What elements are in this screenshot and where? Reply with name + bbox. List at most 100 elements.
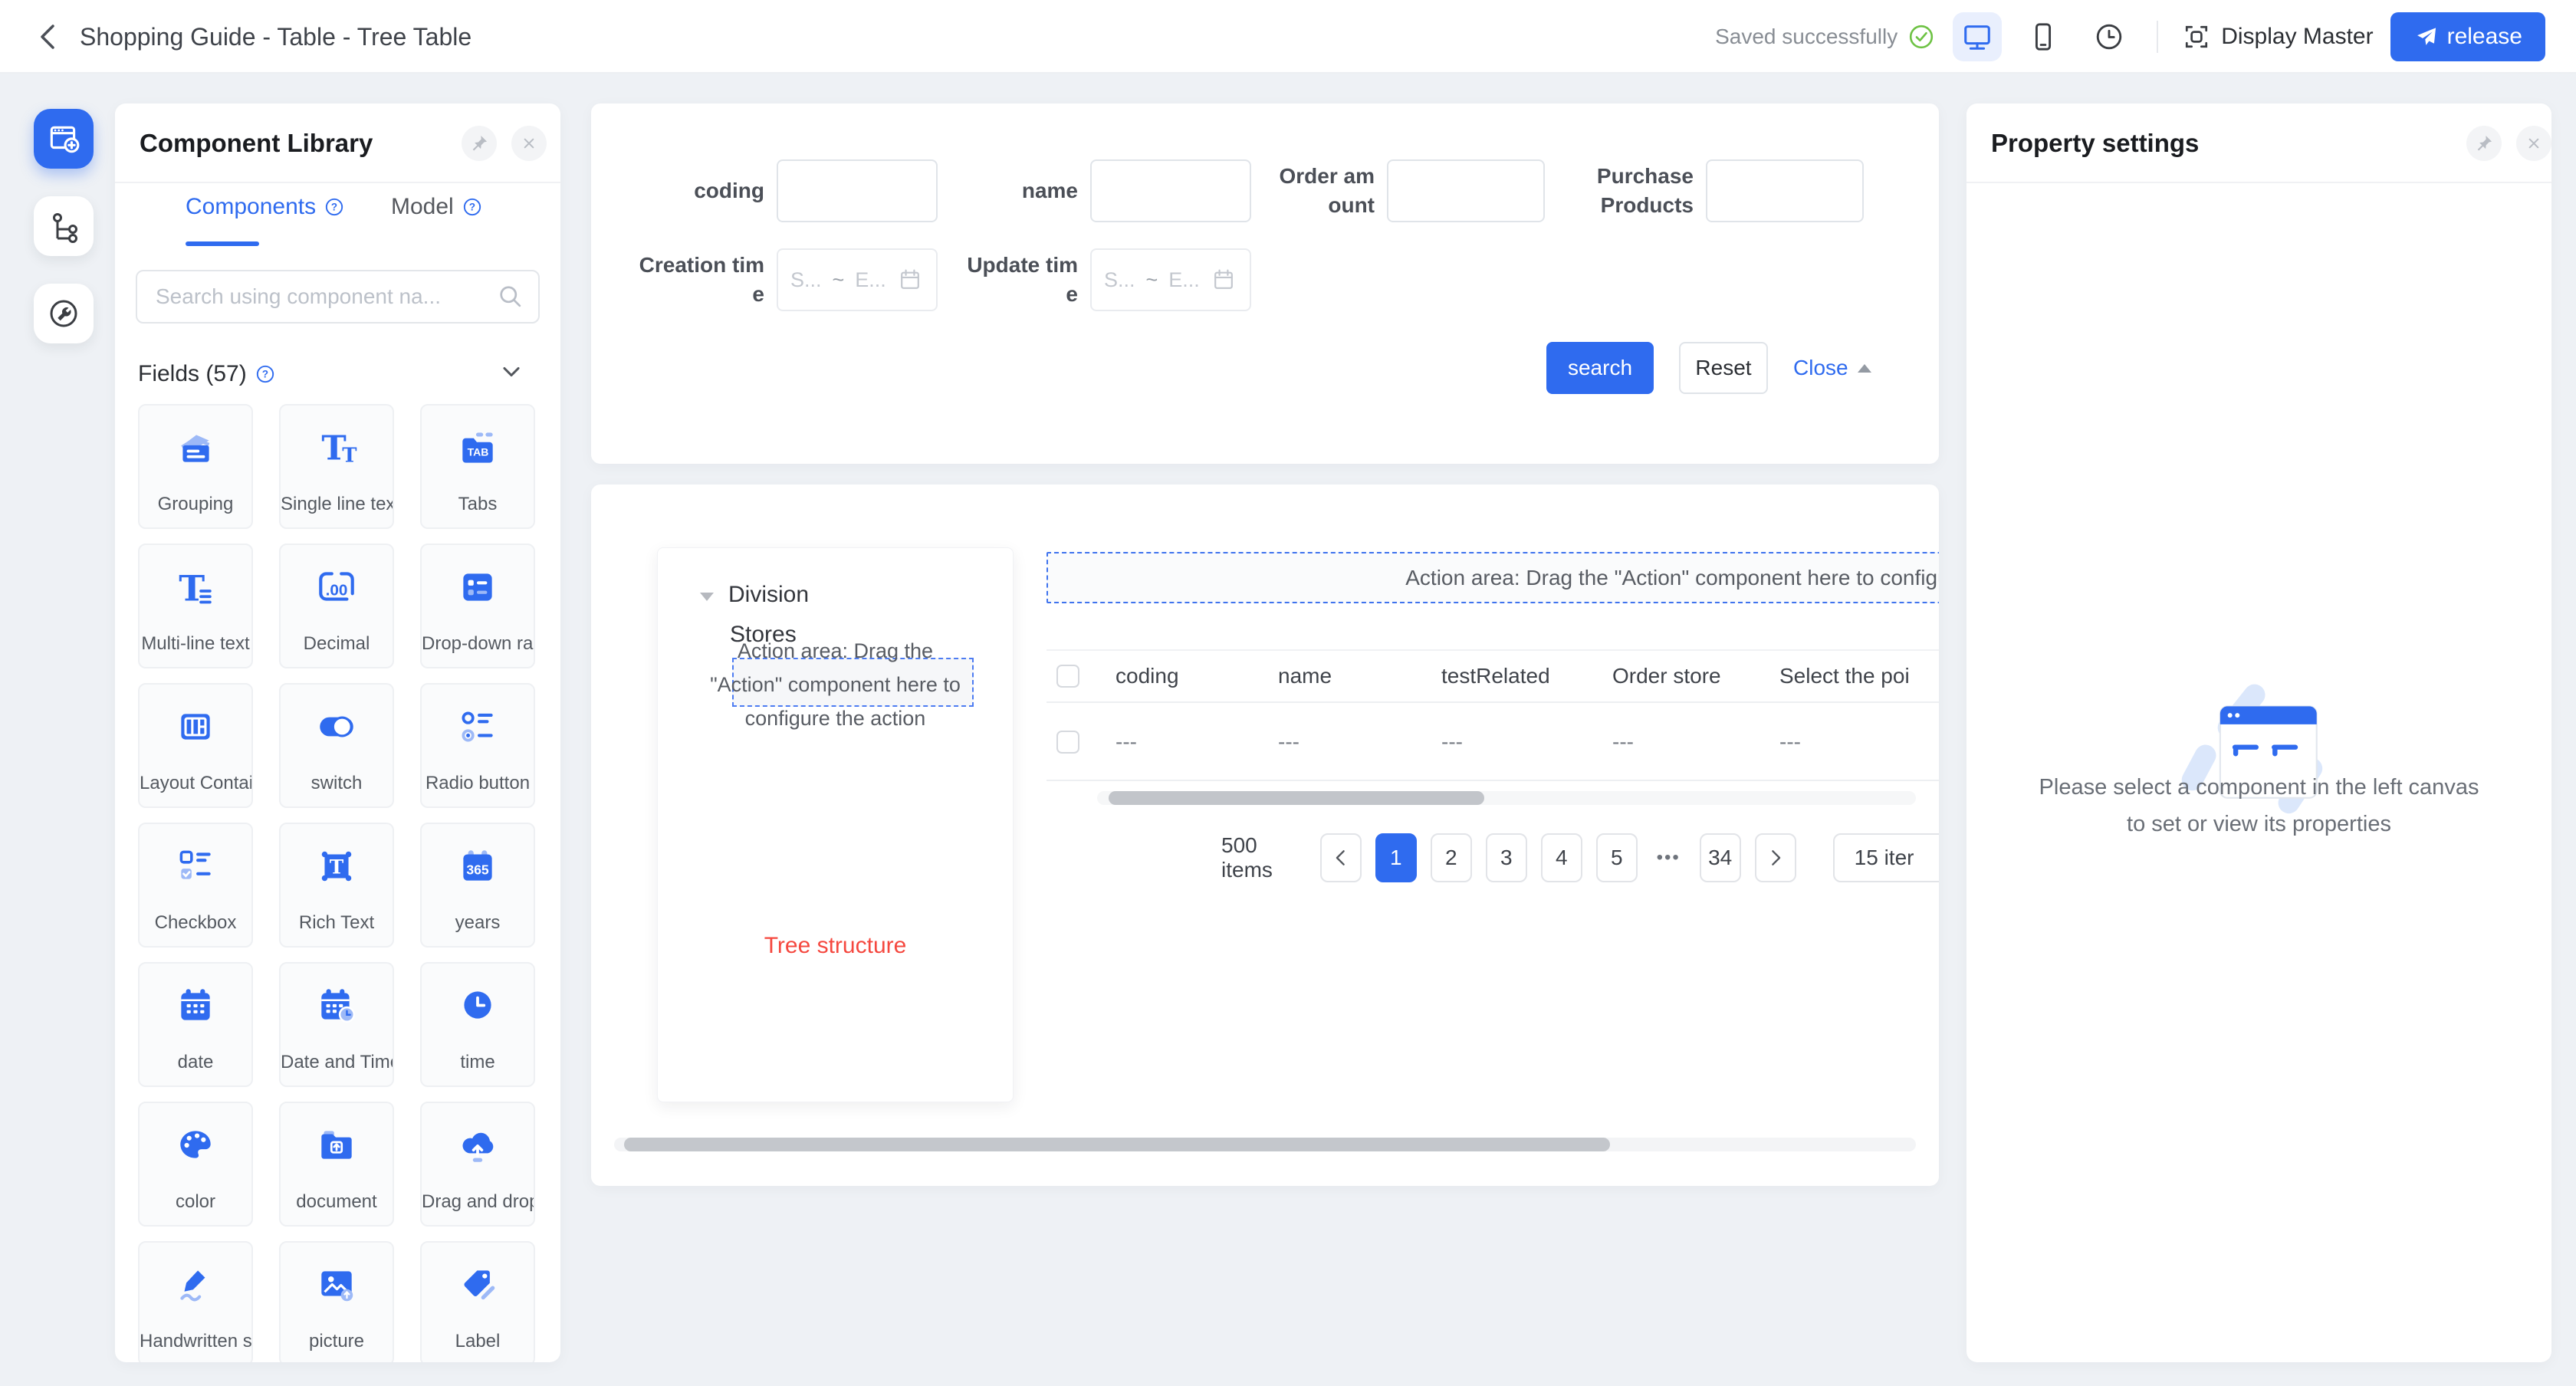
fields-section-header[interactable]: Fields (57) ? xyxy=(138,356,537,392)
svg-text:T: T xyxy=(330,856,344,878)
table-row[interactable]: --------------- xyxy=(1046,704,1939,781)
range-tilde: ~ xyxy=(1146,268,1158,292)
library-item-handwritten-si[interactable]: Handwritten si... xyxy=(138,1241,253,1362)
library-item-checkbox[interactable]: Checkbox xyxy=(138,823,253,948)
tab-components-label: Components xyxy=(186,194,316,220)
caret-down-icon[interactable] xyxy=(700,593,714,601)
column-header: Select the poi xyxy=(1779,651,1910,701)
canvas-horizontal-scrollbar[interactable] xyxy=(614,1138,1916,1151)
tab-components[interactable]: Components ? xyxy=(186,194,345,220)
name-input[interactable] xyxy=(1090,159,1251,222)
table-horizontal-scrollbar[interactable] xyxy=(1097,791,1916,805)
order-amount-input[interactable] xyxy=(1387,159,1545,222)
pagination-ellipsis[interactable]: ••• xyxy=(1651,847,1686,869)
library-item-label: Date and Time xyxy=(281,1052,393,1073)
page-size-select[interactable]: 15 iter xyxy=(1833,833,1939,882)
mobile-preview-button[interactable] xyxy=(2019,12,2068,61)
desktop-preview-button[interactable] xyxy=(1953,12,2002,61)
library-item-drop-down-ra[interactable]: Drop-down ra... xyxy=(420,544,535,668)
table-cell: --- xyxy=(1612,704,1634,780)
update-time-range-input[interactable]: S... ~ E... xyxy=(1090,248,1251,311)
toolbar-divider xyxy=(2157,21,2158,53)
library-item-years[interactable]: 365years xyxy=(420,823,535,948)
library-item-radio-button[interactable]: Radio button xyxy=(420,683,535,808)
library-item-date-and-time[interactable]: Date and Time xyxy=(279,962,394,1087)
pin-button[interactable] xyxy=(2466,126,2502,161)
library-item-rich-text[interactable]: TRich Text xyxy=(279,823,394,948)
reset-button[interactable]: Reset xyxy=(1679,342,1768,394)
library-item-time[interactable]: time xyxy=(420,962,535,1087)
component-search-input[interactable] xyxy=(156,271,485,322)
display-master-icon xyxy=(2181,21,2212,52)
search-button[interactable]: search xyxy=(1546,342,1654,394)
page-button-1[interactable]: 1 xyxy=(1375,833,1417,882)
close-property-button[interactable] xyxy=(2516,126,2551,161)
chevron-left-icon xyxy=(1329,846,1353,870)
coding-input[interactable] xyxy=(777,159,938,222)
purchase-products-input[interactable] xyxy=(1706,159,1864,222)
page-button-last[interactable]: 34 xyxy=(1700,833,1741,882)
library-item-label[interactable]: Label xyxy=(420,1241,535,1362)
signature-icon xyxy=(173,1263,218,1307)
tab-model[interactable]: Model ? xyxy=(391,194,483,220)
close-filter-button[interactable]: Close xyxy=(1793,342,1871,394)
prev-page-button[interactable] xyxy=(1320,833,1362,882)
library-item-label: Decimal xyxy=(281,633,393,655)
release-button[interactable]: release xyxy=(2390,12,2545,61)
property-title: Property settings xyxy=(1991,103,2199,183)
filter-form-card: coding name Order amount Purchase Produc… xyxy=(591,103,1939,464)
back-button[interactable] xyxy=(32,20,66,54)
column-header: Order store xyxy=(1612,651,1721,701)
page-button-3[interactable]: 3 xyxy=(1486,833,1527,882)
page-button-4[interactable]: 4 xyxy=(1541,833,1582,882)
question-circle-icon: ? xyxy=(255,363,276,385)
pin-button[interactable] xyxy=(462,126,497,161)
years-icon: 365 xyxy=(455,844,500,888)
library-item-grouping[interactable]: Grouping xyxy=(138,404,253,529)
table-action-dropzone[interactable]: Action area: Drag the "Action" component… xyxy=(1046,552,1939,603)
library-item-date[interactable]: date xyxy=(138,962,253,1087)
library-item-single-line-text[interactable]: TTSingle line text xyxy=(279,404,394,529)
library-item-decimal[interactable]: .00Decimal xyxy=(279,544,394,668)
library-item-switch[interactable]: switch xyxy=(279,683,394,808)
checkbox-icon xyxy=(173,844,218,888)
tree-node-division[interactable]: Division xyxy=(728,582,809,608)
release-label: release xyxy=(2447,24,2522,50)
close-library-button[interactable] xyxy=(511,126,547,161)
library-item-label: Multi-line text xyxy=(140,633,251,655)
page-button-2[interactable]: 2 xyxy=(1431,833,1472,882)
svg-text:?: ? xyxy=(331,201,337,212)
library-item-document[interactable]: document xyxy=(279,1102,394,1227)
library-item-multi-line-text[interactable]: TMulti-line text xyxy=(138,544,253,668)
row-checkbox[interactable] xyxy=(1056,704,1079,780)
empty-state-line2: to set or view its properties xyxy=(1967,806,2551,842)
scrollbar-thumb[interactable] xyxy=(624,1138,1610,1151)
single-line-text-icon: TT xyxy=(314,425,359,470)
select-all-checkbox[interactable] xyxy=(1056,651,1079,701)
column-header: testRelated xyxy=(1441,651,1550,701)
pin-icon xyxy=(469,133,489,153)
rail-outline-button[interactable] xyxy=(34,196,94,256)
library-item-label: Radio button xyxy=(422,773,534,794)
page-button-5[interactable]: 5 xyxy=(1596,833,1638,882)
property-settings-panel: Property settings Please select a compon… xyxy=(1967,103,2551,1362)
page-title: Shopping Guide - Table - Tree Table xyxy=(80,0,472,74)
history-button[interactable] xyxy=(2085,12,2134,61)
range-end-placeholder: E... xyxy=(1168,268,1200,292)
back-icon xyxy=(32,20,66,54)
library-item-picture[interactable]: picture xyxy=(279,1241,394,1362)
library-item-tabs[interactable]: TABTabs xyxy=(420,404,535,529)
rail-components-button[interactable] xyxy=(34,109,94,169)
creation-time-range-input[interactable]: S... ~ E... xyxy=(777,248,938,311)
library-item-label: Label xyxy=(422,1331,534,1352)
library-item-label: Handwritten si... xyxy=(140,1331,251,1352)
library-item-layout-contai[interactable]: Layout Contai... xyxy=(138,683,253,808)
page-size-value: 15 iter xyxy=(1855,846,1914,870)
library-item-color[interactable]: color xyxy=(138,1102,253,1227)
scrollbar-thumb[interactable] xyxy=(1109,791,1484,805)
rail-tools-button[interactable] xyxy=(34,284,94,343)
library-item-drag-and-drop[interactable]: Drag and drop... xyxy=(420,1102,535,1227)
table-header-row: codingnametestRelatedOrder storeSelect t… xyxy=(1046,649,1939,703)
display-master-button[interactable]: Display Master xyxy=(2181,21,2373,52)
next-page-button[interactable] xyxy=(1755,833,1796,882)
